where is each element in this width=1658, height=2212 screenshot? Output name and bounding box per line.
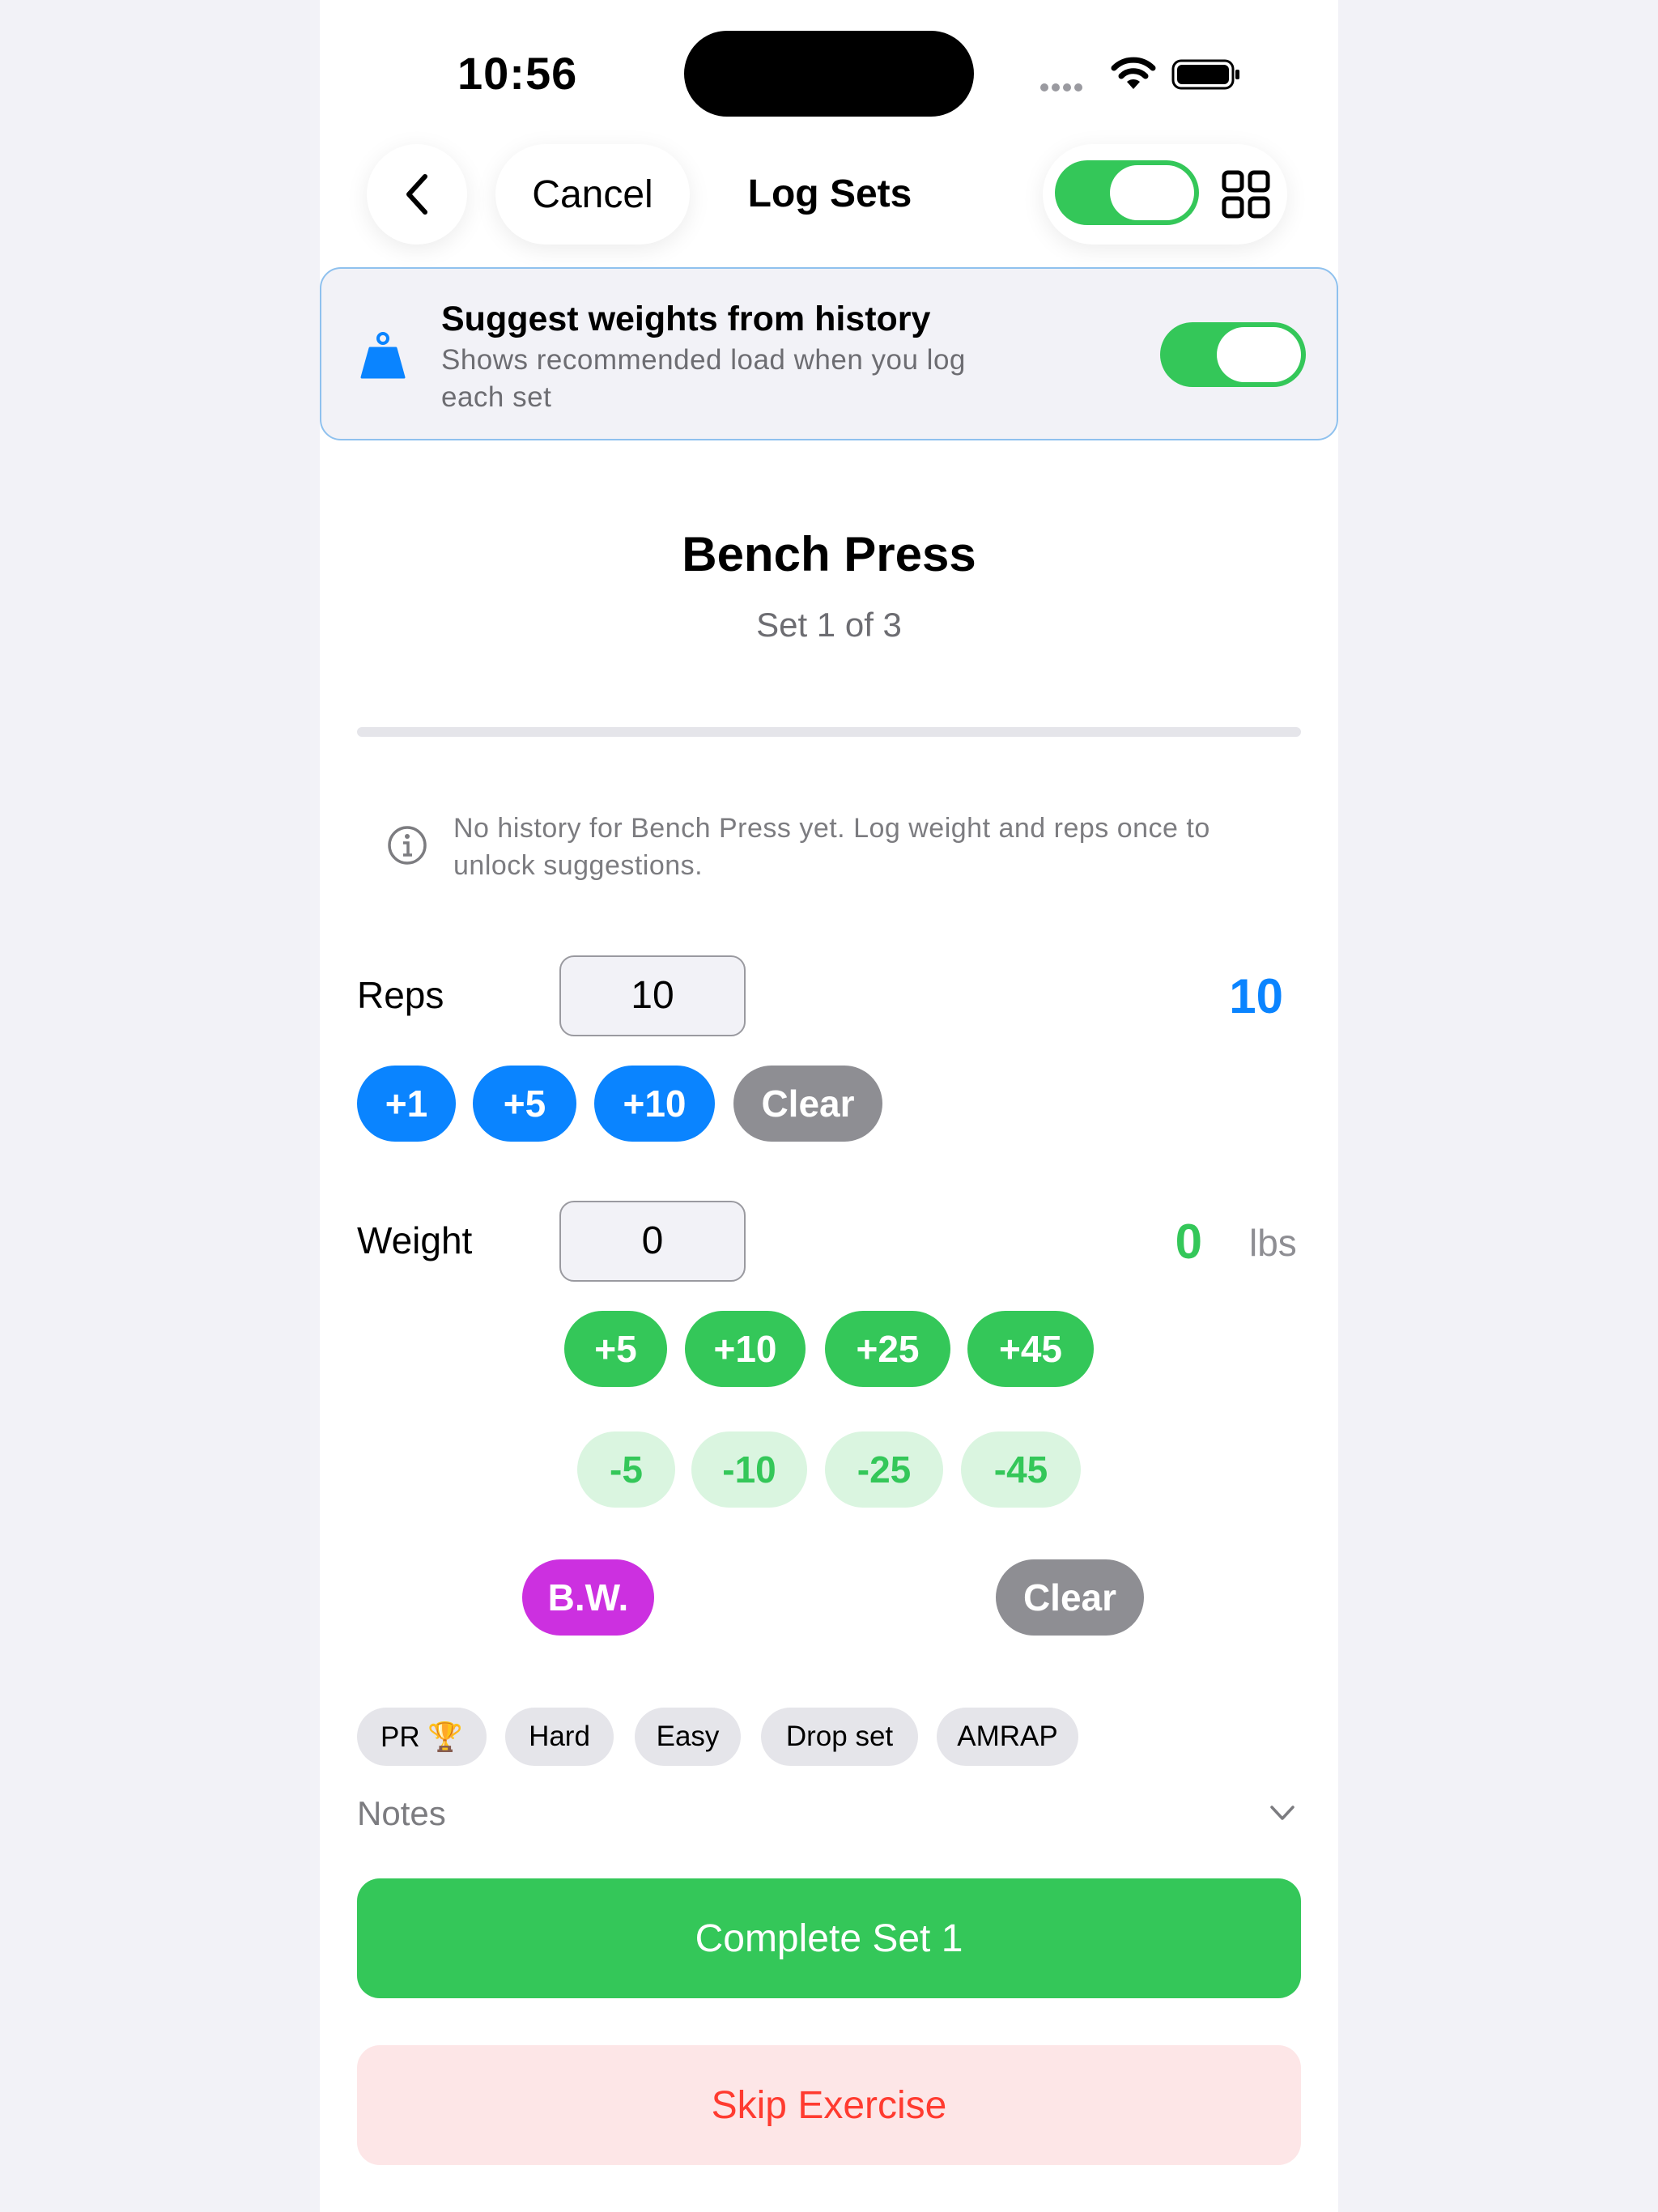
set-progress-bar <box>357 727 1301 737</box>
tag-pr[interactable]: PR 🏆 <box>357 1708 487 1766</box>
signal-icon <box>1040 81 1094 91</box>
set-counter: Set 1 of 3 <box>756 606 902 644</box>
weight-unit: lbs <box>1249 1222 1297 1264</box>
back-button[interactable] <box>367 144 467 245</box>
weight-minus-5-button[interactable]: -5 <box>577 1431 675 1508</box>
tag-easy[interactable]: Easy <box>635 1708 741 1766</box>
grid-icon[interactable] <box>1222 170 1270 219</box>
reps-plus-10-button[interactable]: +10 <box>594 1066 715 1142</box>
wifi-icon <box>1111 57 1156 89</box>
history-info-text: No history for Bench Press yet. Log weig… <box>453 813 1210 881</box>
weight-label: Weight <box>357 1219 473 1261</box>
suggest-weights-toggle[interactable] <box>1160 322 1306 387</box>
weight-plus-25-button[interactable]: +25 <box>825 1311 950 1387</box>
complete-set-button[interactable]: Complete Set 1 <box>357 1878 1301 1998</box>
cancel-button[interactable]: Cancel <box>495 144 690 245</box>
weight-plus-5-button[interactable]: +5 <box>564 1311 667 1387</box>
info-icon <box>388 826 427 865</box>
view-toggle[interactable] <box>1055 160 1199 225</box>
reps-plus-5-button[interactable]: +5 <box>473 1066 576 1142</box>
weight-plus-10-button[interactable]: +10 <box>685 1311 806 1387</box>
weight-minus-25-button[interactable]: -25 <box>825 1431 943 1508</box>
suggest-subtitle: Shows recommended load when you log each… <box>441 344 966 413</box>
back-chevron-icon <box>406 174 427 215</box>
suggest-title: Suggest weights from history <box>441 300 931 338</box>
tag-drop-set[interactable]: Drop set <box>761 1708 918 1766</box>
bodyweight-button[interactable]: B.W. <box>522 1559 654 1636</box>
status-time: 10:56 <box>457 48 578 99</box>
weight-minus-10-button[interactable]: -10 <box>691 1431 807 1508</box>
tag-hard[interactable]: Hard <box>505 1708 614 1766</box>
kettlebell-icon <box>360 332 406 379</box>
reps-label: Reps <box>357 974 444 1016</box>
exercise-name: Bench Press <box>682 527 976 581</box>
weight-input[interactable]: 0 <box>559 1201 746 1282</box>
chevron-down-icon[interactable] <box>1269 1799 1296 1827</box>
weight-value: 0 <box>1175 1214 1202 1269</box>
battery-icon <box>1171 59 1239 90</box>
app-screen: 10:56 Cancel Log Sets Suggest weights fr… <box>320 0 1338 2212</box>
weight-minus-45-button[interactable]: -45 <box>961 1431 1081 1508</box>
dynamic-island <box>684 31 974 117</box>
reps-value: 10 <box>1229 969 1283 1023</box>
reps-clear-button[interactable]: Clear <box>733 1066 882 1142</box>
tag-amrap[interactable]: AMRAP <box>937 1708 1078 1766</box>
reps-plus-1-button[interactable]: +1 <box>357 1066 456 1142</box>
reps-input[interactable]: 10 <box>559 955 746 1036</box>
page-title: Log Sets <box>747 172 912 215</box>
skip-exercise-button[interactable]: Skip Exercise <box>357 2045 1301 2165</box>
notes-toggle[interactable]: Notes <box>357 1794 446 1833</box>
weight-clear-button[interactable]: Clear <box>996 1559 1144 1636</box>
weight-plus-45-button[interactable]: +45 <box>967 1311 1094 1387</box>
